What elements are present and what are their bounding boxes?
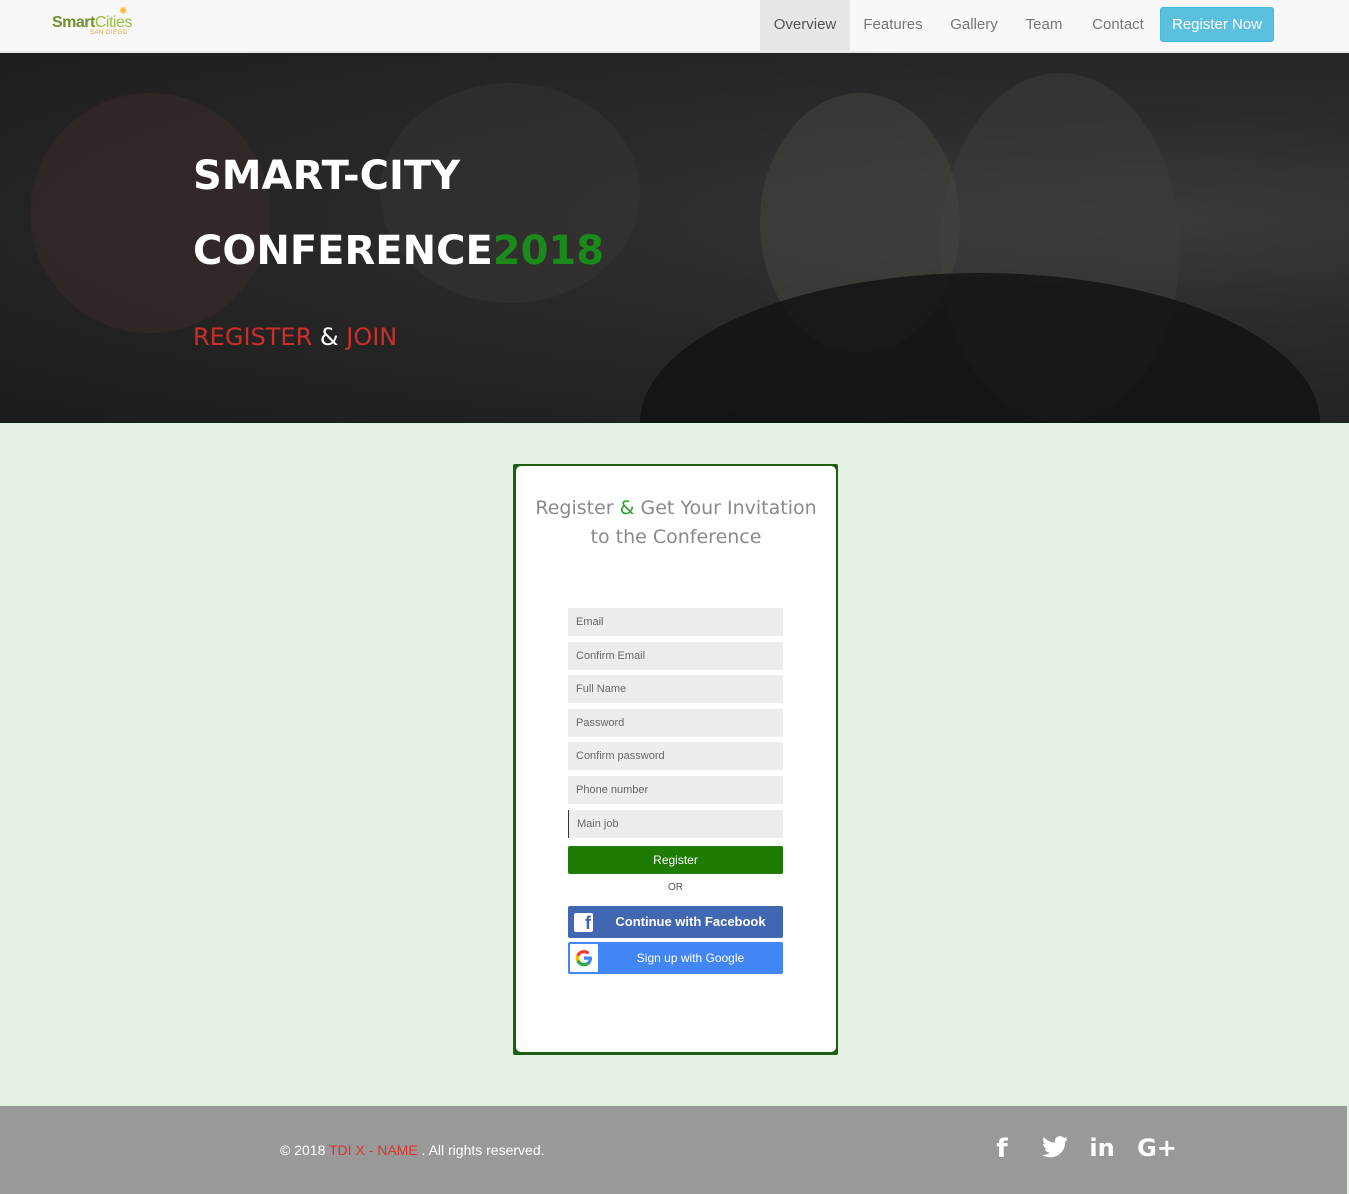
footer: © 2018 TDI X - NAME . All rights reserve… [0, 1106, 1347, 1194]
logo-subtitle: SAN DIEGO [90, 30, 128, 36]
sun-icon: ✺ [119, 6, 128, 17]
google-button-label: Sign up with Google [636, 951, 745, 965]
hero-title-line1: SMART-CITY [193, 153, 461, 199]
copyright-text: © 2018 TDI X - NAME . All rights reserve… [280, 1142, 545, 1158]
google-plus-icon[interactable]: G+ [1137, 1134, 1177, 1164]
password-field[interactable]: Password [568, 709, 783, 737]
linkedin-icon[interactable]: in [1088, 1134, 1116, 1164]
hero-background-shoulder [640, 273, 1320, 423]
logo-text-smart: Smart [52, 14, 95, 31]
copyright-suffix: . All rights reserved. [417, 1142, 545, 1158]
registration-title: Register & Get Your Invitation to the Co… [516, 494, 836, 552]
copyright-prefix: © 2018 [280, 1142, 329, 1158]
confirm-password-field[interactable]: Confirm password [568, 742, 783, 770]
confirm-email-field[interactable]: Confirm Email [568, 642, 783, 670]
navbar: SmartCities SAN DIEGO ✺ Overview Feature… [0, 0, 1349, 53]
title-amp: & [619, 497, 635, 519]
nav-item-gallery[interactable]: Gallery [936, 0, 1012, 51]
hero-background-crowd [30, 93, 270, 333]
nav-item-overview[interactable]: Overview [760, 0, 850, 51]
copyright-brand[interactable]: TDI X - NAME [329, 1142, 418, 1158]
register-now-button[interactable]: Register Now [1160, 7, 1274, 42]
or-divider: OR [668, 882, 683, 893]
hero-title-conference: CONFERENCE [193, 228, 493, 274]
hero-subtitle: REGISTER & JOIN [193, 323, 397, 351]
hero-banner: SMART-CITY CONFERENCE2018 REGISTER & JOI… [0, 53, 1349, 423]
google-icon [570, 944, 598, 972]
twitter-icon[interactable] [1040, 1136, 1070, 1166]
nav-item-team[interactable]: Team [1012, 0, 1076, 51]
nav-item-contact[interactable]: Contact [1076, 0, 1160, 51]
title-part-a: Register [535, 497, 620, 519]
email-field[interactable]: Email [568, 608, 783, 636]
main-job-field[interactable]: Main job [568, 810, 783, 838]
full-name-field[interactable]: Full Name [568, 675, 783, 703]
hero-sub-amp: & [319, 323, 339, 351]
title-part-c: to the Conference [590, 526, 762, 548]
phone-number-field[interactable]: Phone number [568, 776, 783, 804]
register-button[interactable]: Register [568, 846, 783, 874]
google-button[interactable]: Sign up with Google [568, 942, 783, 974]
hero-title-year: 2018 [492, 228, 605, 274]
smartcities-logo[interactable]: SmartCities SAN DIEGO ✺ [52, 6, 152, 40]
hero-sub-join: JOIN [346, 323, 398, 351]
facebook-button-label: Continue with Facebook [615, 914, 766, 929]
nav-item-features[interactable]: Features [850, 0, 936, 51]
facebook-icon[interactable]: f [990, 1134, 1014, 1164]
title-part-b: Get Your Invitation [634, 497, 817, 519]
facebook-button[interactable]: f Continue with Facebook [568, 906, 783, 938]
hero-sub-register: REGISTER [193, 323, 313, 351]
hero-title-line2: CONFERENCE2018 [193, 228, 604, 274]
facebook-icon: f [574, 913, 593, 933]
